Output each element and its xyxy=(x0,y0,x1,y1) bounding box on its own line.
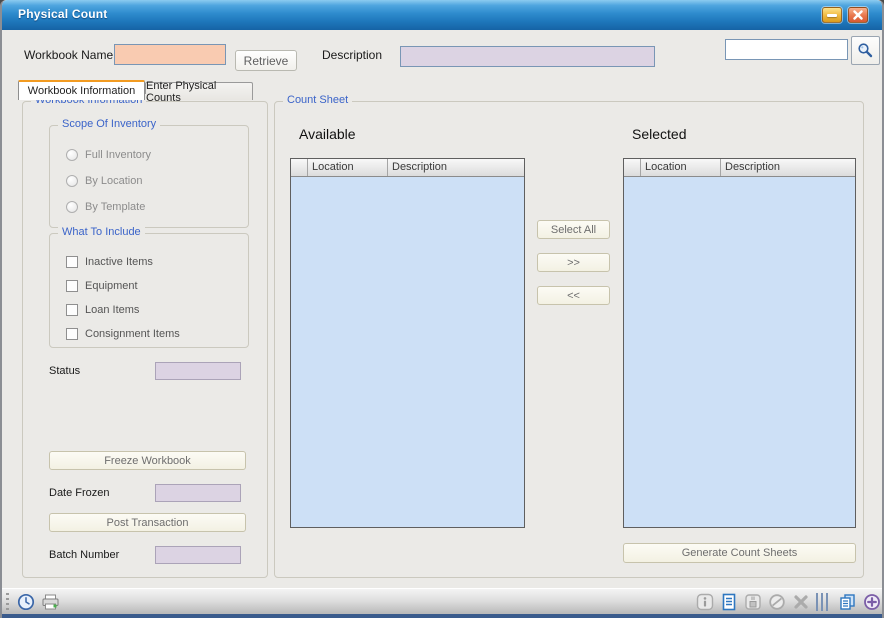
checkbox-label: Inactive Items xyxy=(85,256,153,268)
radio-icon xyxy=(66,149,78,161)
count-sheet-group: Count Sheet Available Location Descripti… xyxy=(274,101,864,578)
close-record-button[interactable] xyxy=(791,592,811,612)
workbook-name-label: Workbook Name xyxy=(24,48,113,62)
available-grid-header: Location Description xyxy=(291,159,524,177)
window-title: Physical Count xyxy=(18,7,107,21)
radio-full-inventory[interactable]: Full Inventory xyxy=(66,148,151,162)
post-transaction-button[interactable]: Post Transaction xyxy=(49,513,246,532)
new-document-button[interactable] xyxy=(719,592,739,612)
clock-icon xyxy=(17,593,35,611)
radio-icon xyxy=(66,175,78,187)
date-frozen-field[interactable] xyxy=(155,484,241,502)
clock-icon-button[interactable] xyxy=(16,592,36,612)
checkbox-icon xyxy=(66,304,78,316)
scope-group-title: Scope Of Inventory xyxy=(58,118,160,130)
print-button[interactable] xyxy=(40,592,60,612)
checkbox-loan-items[interactable]: Loan Items xyxy=(66,303,139,317)
move-left-button[interactable]: << xyxy=(537,286,610,305)
what-to-include-group: What To Include Inactive Items Equipment… xyxy=(49,233,249,348)
available-grid-body[interactable] xyxy=(291,177,524,527)
description-label: Description xyxy=(322,48,382,62)
close-icon xyxy=(853,10,863,20)
info-icon xyxy=(696,593,714,611)
radio-icon xyxy=(66,201,78,213)
tab-enter-physical-counts[interactable]: Enter Physical Counts xyxy=(145,82,253,100)
info-button[interactable] xyxy=(695,592,715,612)
checkbox-label: Loan Items xyxy=(85,304,139,316)
search-icon xyxy=(857,42,874,59)
selected-grid[interactable]: Location Description xyxy=(623,158,856,528)
physical-count-window: Physical Count Workbook Name Retrieve De… xyxy=(0,0,884,618)
row-selector-column xyxy=(624,159,641,176)
location-column-header[interactable]: Location xyxy=(308,159,388,176)
checkbox-label: Equipment xyxy=(85,280,138,292)
checkbox-consignment-items[interactable]: Consignment Items xyxy=(66,327,180,341)
search-input[interactable] xyxy=(725,39,848,60)
radio-label: Full Inventory xyxy=(85,149,151,161)
batch-number-label: Batch Number xyxy=(49,549,119,561)
selected-grid-header: Location Description xyxy=(624,159,855,177)
description-column-header[interactable]: Description xyxy=(721,159,855,176)
document-icon xyxy=(720,593,738,611)
toolbar-grip-icon[interactable] xyxy=(6,593,9,611)
date-frozen-label: Date Frozen xyxy=(49,487,110,499)
workbook-information-group: Workbook Information Scope Of Inventory … xyxy=(22,101,268,578)
add-icon xyxy=(863,593,881,611)
checkbox-equipment[interactable]: Equipment xyxy=(66,279,138,293)
checkbox-icon xyxy=(66,280,78,292)
cancel-button[interactable] xyxy=(767,592,787,612)
checkbox-icon xyxy=(66,328,78,340)
radio-label: By Location xyxy=(85,175,142,187)
available-grid[interactable]: Location Description xyxy=(290,158,525,528)
add-button[interactable] xyxy=(862,592,882,612)
copy-icon xyxy=(838,593,857,611)
description-column-header[interactable]: Description xyxy=(388,159,524,176)
search-button[interactable] xyxy=(851,36,880,65)
location-column-header[interactable]: Location xyxy=(641,159,721,176)
description-input[interactable] xyxy=(400,46,655,67)
printer-icon xyxy=(41,593,60,611)
selected-grid-body[interactable] xyxy=(624,177,855,527)
scope-of-inventory-group: Scope Of Inventory Full Inventory By Loc… xyxy=(49,125,249,228)
radio-by-location[interactable]: By Location xyxy=(66,174,142,188)
save-button[interactable] xyxy=(743,592,763,612)
checkbox-label: Consignment Items xyxy=(85,328,180,340)
radio-label: By Template xyxy=(85,201,145,213)
tab-label: Enter Physical Counts xyxy=(146,80,252,104)
close-x-icon xyxy=(792,593,810,611)
checkbox-icon xyxy=(66,256,78,268)
available-heading: Available xyxy=(299,126,356,142)
save-icon xyxy=(744,593,762,611)
include-group-title: What To Include xyxy=(58,226,145,238)
status-field[interactable] xyxy=(155,362,241,380)
status-label: Status xyxy=(49,365,80,377)
tab-workbook-information[interactable]: Workbook Information xyxy=(18,80,145,100)
selected-heading: Selected xyxy=(632,126,686,142)
minimize-button[interactable] xyxy=(822,7,842,23)
select-all-button[interactable]: Select All xyxy=(537,220,610,239)
close-button[interactable] xyxy=(848,7,868,23)
minimize-icon xyxy=(827,14,837,17)
generate-count-sheets-button[interactable]: Generate Count Sheets xyxy=(623,543,856,563)
checkbox-inactive-items[interactable]: Inactive Items xyxy=(66,255,153,269)
freeze-workbook-button[interactable]: Freeze Workbook xyxy=(49,451,246,470)
toolbar-grip-icon[interactable] xyxy=(816,593,830,611)
copy-button[interactable] xyxy=(837,592,857,612)
title-bar[interactable]: Physical Count xyxy=(2,0,882,30)
cancel-icon xyxy=(768,593,786,611)
count-sheet-group-title: Count Sheet xyxy=(283,94,352,106)
move-right-button[interactable]: >> xyxy=(537,253,610,272)
status-bar xyxy=(2,588,882,618)
workbook-name-input[interactable] xyxy=(114,44,226,65)
retrieve-button[interactable]: Retrieve xyxy=(235,50,297,71)
row-selector-column xyxy=(291,159,308,176)
tab-label: Workbook Information xyxy=(28,85,135,97)
batch-number-field[interactable] xyxy=(155,546,241,564)
radio-by-template[interactable]: By Template xyxy=(66,200,145,214)
